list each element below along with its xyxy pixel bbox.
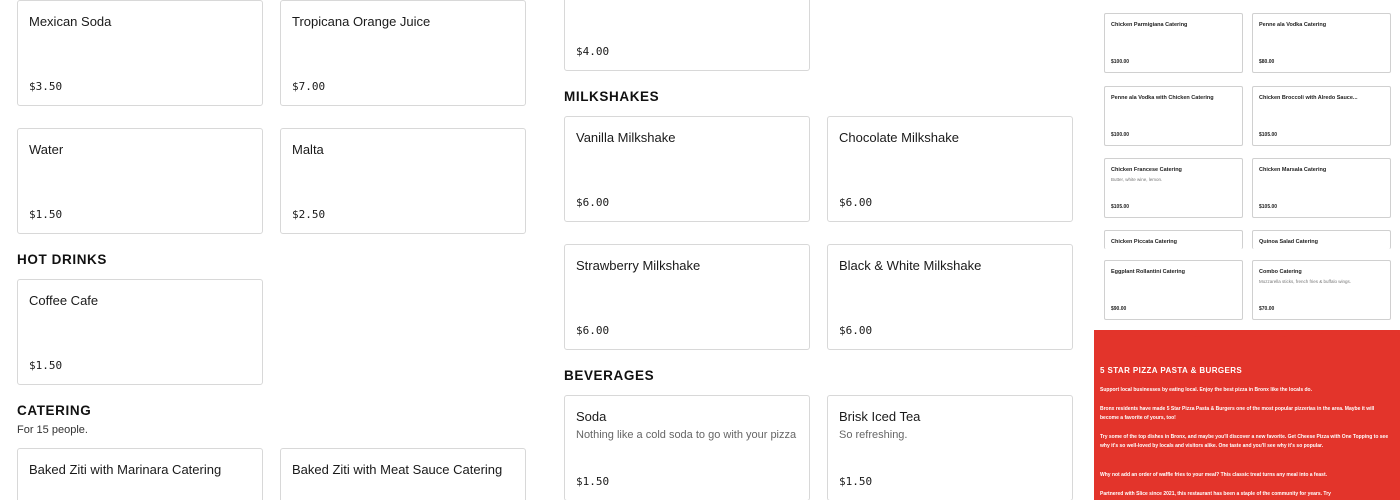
item-price: $3.50 xyxy=(29,80,63,93)
item-name: Baked Ziti with Marinara Catering xyxy=(29,462,222,477)
menu-item-card[interactable]: Penne ala Vodka with Chicken Catering $1… xyxy=(1104,86,1243,146)
item-name: Black & White Milkshake xyxy=(839,258,982,273)
item-name: Penne ala Vodka with Chicken Catering xyxy=(1111,95,1214,101)
section-heading-catering: CATERING xyxy=(17,403,92,418)
footer-paragraph: Bronx residents have made 5 Star Pizza P… xyxy=(1100,406,1375,421)
menu-item-card[interactable]: Soda Nothing like a cold soda to go with… xyxy=(564,395,810,500)
menu-item-card[interactable]: Tropicana Orange Juice $7.00 xyxy=(280,0,526,106)
item-name: Mexican Soda xyxy=(29,14,112,29)
menu-item-card[interactable]: Chicken Francese Catering Butter, white … xyxy=(1104,158,1243,218)
item-price: $1.50 xyxy=(839,475,873,488)
item-name: Coffee Cafe xyxy=(29,293,99,308)
menu-item-card[interactable]: Baked Ziti with Meat Sauce Catering xyxy=(280,448,526,500)
footer-paragraph: Support local businesses by eating local… xyxy=(1100,387,1312,393)
item-price: $7.00 xyxy=(292,80,326,93)
item-price: $2.50 xyxy=(292,208,326,221)
item-name: Tropicana Orange Juice xyxy=(292,14,431,29)
item-name: Chocolate Milkshake xyxy=(839,130,959,145)
item-description: So refreshing. xyxy=(839,429,908,441)
footer-paragraph: Try some of the top dishes in Bronx, and… xyxy=(1100,434,1389,449)
menu-item-card[interactable]: Quinoa Salad Catering xyxy=(1252,230,1391,249)
menu-item-card[interactable]: Chicken Piccata Catering xyxy=(1104,230,1243,249)
item-price: $90.00 xyxy=(1111,306,1127,312)
item-name: Combo Catering xyxy=(1259,269,1302,275)
item-price: $1.50 xyxy=(29,208,63,221)
item-price: $80.00 xyxy=(1259,59,1275,65)
item-name: Chicken Parmigiana Catering xyxy=(1111,22,1188,28)
menu-item-card[interactable]: Black & White Milkshake $6.00 xyxy=(827,244,1073,350)
item-price: $105.00 xyxy=(1111,204,1130,210)
torn-edge-decoration xyxy=(1094,333,1400,344)
item-price: $105.00 xyxy=(1259,132,1278,138)
menu-item-card[interactable]: Baked Ziti with Marinara Catering xyxy=(17,448,263,500)
menu-item-card[interactable]: Malta $2.50 xyxy=(280,128,526,234)
item-name: Eggplant Rollantini Catering xyxy=(1111,269,1185,275)
menu-item-card[interactable]: $4.00 xyxy=(564,0,810,71)
section-subheading-catering: For 15 people. xyxy=(17,424,88,436)
item-price: $6.00 xyxy=(839,324,873,337)
item-name: Chicken Marsala Catering xyxy=(1259,167,1327,173)
footer-paragraph: Partnered with Slice since 2021, this re… xyxy=(1100,491,1331,497)
menu-item-card[interactable]: Coffee Cafe $1.50 xyxy=(17,279,263,385)
item-description: Mozzarella sticks, french fries & buffal… xyxy=(1259,279,1351,284)
item-name: Strawberry Milkshake xyxy=(576,258,701,273)
menu-item-card[interactable]: Chicken Marsala Catering $105.00 xyxy=(1252,158,1391,218)
item-price: $100.00 xyxy=(1111,59,1130,65)
item-name: Quinoa Salad Catering xyxy=(1259,239,1318,245)
item-name: Malta xyxy=(292,142,324,157)
item-name: Chicken Francese Catering xyxy=(1111,167,1182,173)
restaurant-name: 5 STAR PIZZA PASTA & BURGERS xyxy=(1100,366,1243,375)
menu-item-card[interactable]: Combo Catering Mozzarella sticks, french… xyxy=(1252,260,1391,320)
item-price: $6.00 xyxy=(576,324,610,337)
item-price: $1.50 xyxy=(576,475,610,488)
section-heading-hot-drinks: HOT DRINKS xyxy=(17,252,107,267)
item-price: $4.00 xyxy=(576,45,610,58)
menu-item-card[interactable]: Eggplant Rollantini Catering $90.00 xyxy=(1104,260,1243,320)
item-name: Chicken Broccoli with Alredo Sauce... xyxy=(1259,95,1358,101)
menu-item-card[interactable]: Vanilla Milkshake $6.00 xyxy=(564,116,810,222)
item-price: $105.00 xyxy=(1259,204,1278,210)
restaurant-footer: 5 STAR PIZZA PASTA & BURGERS Support loc… xyxy=(1094,330,1400,500)
item-name: Penne ala Vodka Catering xyxy=(1259,22,1327,28)
item-name: Soda xyxy=(576,409,607,424)
menu-item-card[interactable]: Brisk Iced Tea So refreshing. $1.50 xyxy=(827,395,1073,500)
item-price: $1.50 xyxy=(29,359,63,372)
menu-item-card[interactable]: Chicken Broccoli with Alredo Sauce... $1… xyxy=(1252,86,1391,146)
menu-item-card[interactable]: Water $1.50 xyxy=(17,128,263,234)
item-name: Vanilla Milkshake xyxy=(576,130,676,145)
section-heading-milkshakes: MILKSHAKES xyxy=(564,89,660,104)
footer-paragraph: Why not add an order of waffle fries to … xyxy=(1100,472,1327,478)
item-price: $70.00 xyxy=(1259,306,1275,312)
item-description: Nothing like a cold soda to go with your… xyxy=(576,429,797,441)
item-description: Butter, white wine, lemon. xyxy=(1111,177,1163,182)
menu-item-card[interactable]: Chocolate Milkshake $6.00 xyxy=(827,116,1073,222)
menu-item-card[interactable]: Penne ala Vodka Catering $80.00 xyxy=(1252,13,1391,73)
item-name: Brisk Iced Tea xyxy=(839,409,921,424)
menu-item-card[interactable]: Mexican Soda $3.50 xyxy=(17,0,263,106)
item-price: $100.00 xyxy=(1111,132,1130,138)
item-name: Chicken Piccata Catering xyxy=(1111,239,1178,245)
item-price: $6.00 xyxy=(576,196,610,209)
item-name: Water xyxy=(29,142,64,157)
menu-item-card[interactable]: Chicken Parmigiana Catering $100.00 xyxy=(1104,13,1243,73)
item-name: Baked Ziti with Meat Sauce Catering xyxy=(292,462,503,477)
menu-item-card[interactable]: Strawberry Milkshake $6.00 xyxy=(564,244,810,350)
item-price: $6.00 xyxy=(839,196,873,209)
section-heading-beverages: BEVERAGES xyxy=(564,368,655,383)
